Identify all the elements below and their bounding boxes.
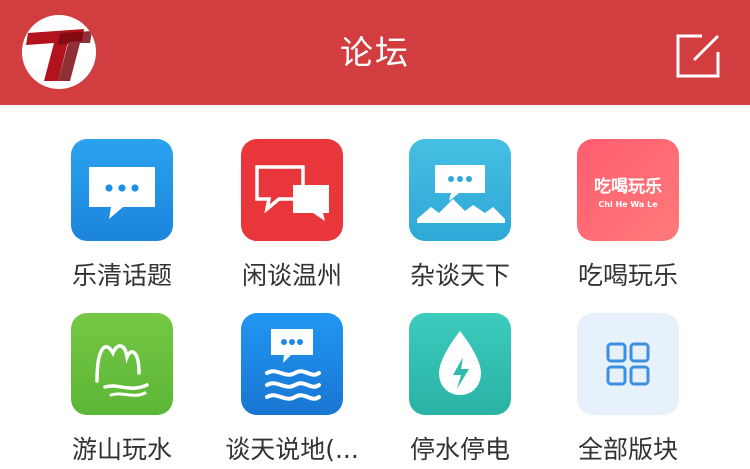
hills-river-icon[interactable] [71, 313, 173, 415]
forum-label: 杂谈天下 [409, 261, 510, 290]
forum-grid: 乐清话题 闲谈温州 杂谈天下 吃喝玩乐 Chi He Wa Le 吃喝玩乐 游山… [0, 105, 750, 469]
forum-label: 停水停电 [409, 435, 510, 464]
mountain-chat-icon[interactable] [409, 139, 511, 241]
chat-waves-icon[interactable] [241, 313, 343, 415]
chi-he-wan-le-icon[interactable]: 吃喝玩乐 Chi He Wa Le [577, 139, 679, 241]
chat-bubble-icon[interactable] [71, 139, 173, 241]
forum-label: 乐清话题 [71, 261, 172, 290]
forum-label: 游山玩水 [71, 435, 172, 464]
forum-label: 闲谈温州 [241, 261, 342, 290]
water-drop-bolt-icon[interactable] [409, 313, 511, 415]
app-header: 论坛 [0, 0, 750, 105]
tile-text: 吃喝玩乐 [594, 176, 662, 197]
tile-subtext: Chi He Wa Le [598, 200, 658, 209]
grid-squares-icon[interactable] [577, 313, 679, 415]
forum-label: 吃喝玩乐 [577, 261, 678, 290]
compose-icon[interactable] [672, 30, 724, 82]
forum-label: 谈天说地(... [225, 435, 359, 464]
forum-label: 全部版块 [577, 435, 678, 464]
two-chat-bubbles-icon[interactable] [241, 139, 343, 241]
page-title: 论坛 [340, 33, 410, 72]
